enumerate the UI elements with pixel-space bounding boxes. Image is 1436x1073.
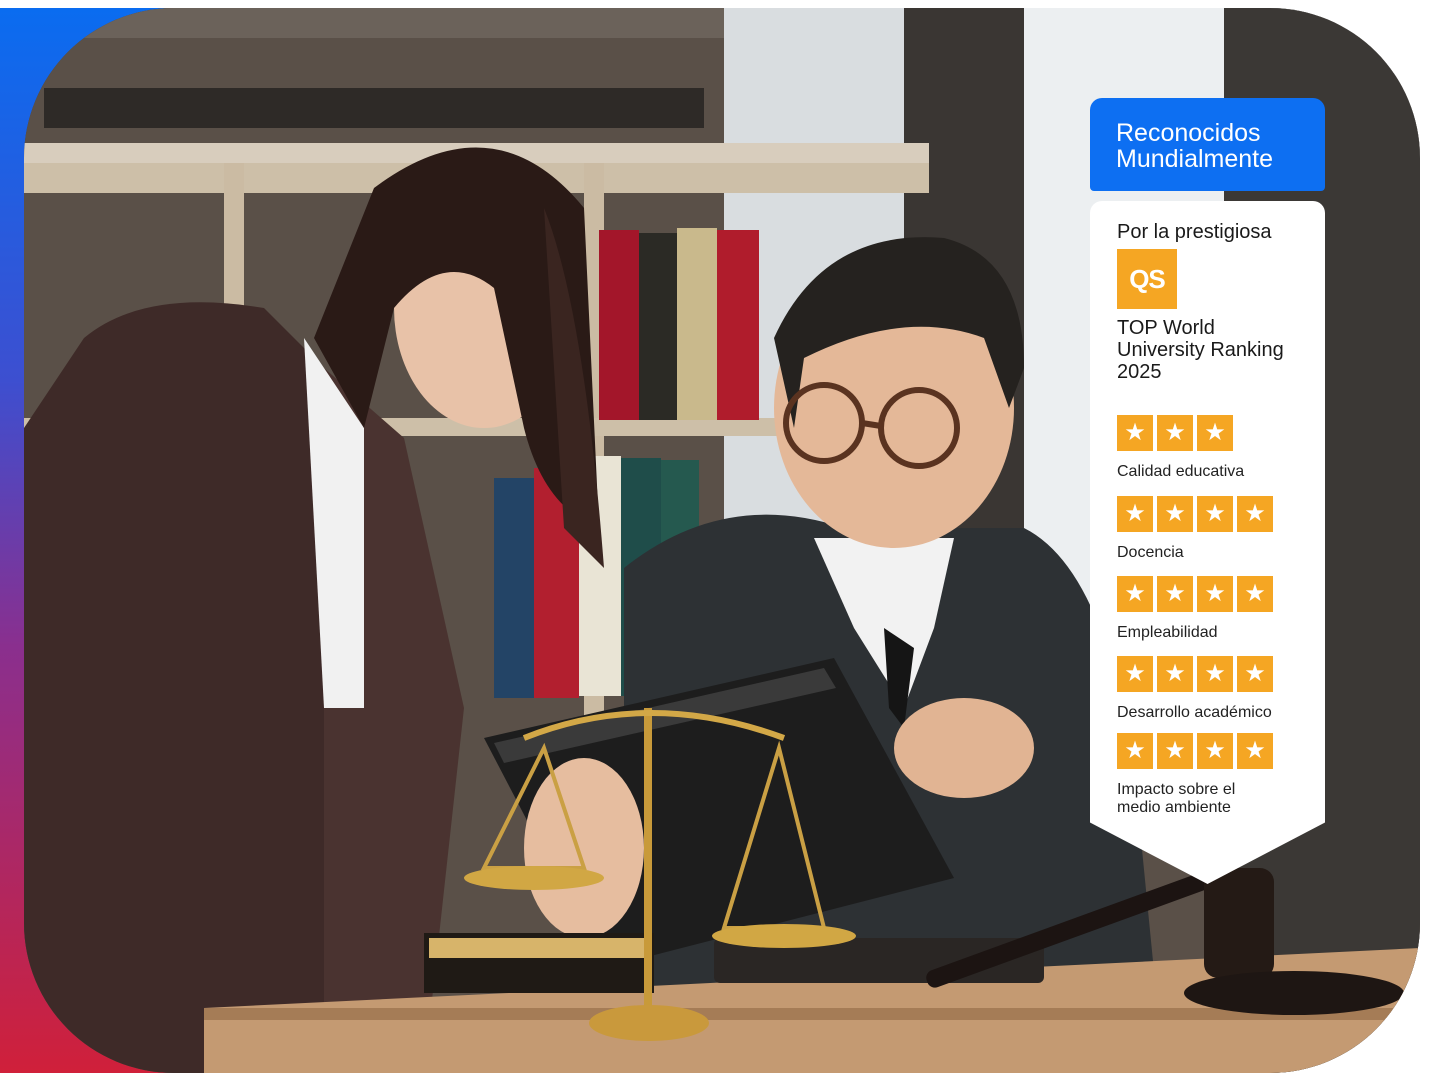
rating-label: Calidad educativa: [1117, 463, 1245, 480]
qs-logo: QS: [1117, 249, 1177, 309]
star-icon: ★: [1197, 576, 1233, 612]
badge-title: Reconocidos Mundialmente: [1116, 119, 1274, 173]
rating-desarrollo: ★ ★ ★ ★ Desarrollo académico: [1117, 656, 1307, 722]
star-icon: ★: [1197, 415, 1233, 451]
badge-header: Reconocidos Mundialmente: [1090, 98, 1325, 191]
hero-section: Reconocidos Mundialmente Por la prestigi…: [0, 0, 1436, 1073]
star-icon: ★: [1157, 576, 1193, 612]
star-icon: ★: [1117, 576, 1153, 612]
star-icon: ★: [1237, 576, 1273, 612]
rating-impacto: ★ ★ ★ ★ Impacto sobre el medio ambiente: [1117, 733, 1273, 817]
star-icon: ★: [1117, 733, 1153, 769]
star-icon: ★: [1157, 733, 1193, 769]
star-icon: ★: [1197, 733, 1233, 769]
ranking-title: TOP World University Ranking 2025: [1117, 317, 1284, 383]
star-group: ★ ★ ★ ★: [1117, 496, 1307, 532]
star-group: ★ ★ ★ ★: [1117, 576, 1307, 612]
rating-calidad: ★ ★ ★ Calidad educativa: [1117, 415, 1307, 481]
star-icon: ★: [1157, 415, 1193, 451]
rating-label: Empleabilidad: [1117, 624, 1218, 641]
rating-label: Impacto sobre el medio ambiente: [1117, 781, 1236, 816]
star-icon: ★: [1237, 656, 1273, 692]
rating-label: Desarrollo académico: [1117, 704, 1272, 721]
qs-logo-text: QS: [1129, 263, 1166, 294]
star-icon: ★: [1157, 496, 1193, 532]
star-icon: ★: [1237, 496, 1273, 532]
badge-intro: Por la prestigiosa: [1117, 221, 1272, 243]
star-icon: ★: [1117, 656, 1153, 692]
star-icon: ★: [1117, 415, 1153, 451]
star-icon: ★: [1157, 656, 1193, 692]
star-group: ★ ★ ★ ★: [1117, 733, 1273, 769]
star-icon: ★: [1237, 733, 1273, 769]
rating-empleabilidad: ★ ★ ★ ★ Empleabilidad: [1117, 576, 1307, 642]
star-group: ★ ★ ★: [1117, 415, 1307, 451]
rating-docencia: ★ ★ ★ ★ Docencia: [1117, 496, 1307, 562]
star-icon: ★: [1117, 496, 1153, 532]
star-icon: ★: [1197, 656, 1233, 692]
rating-label: Docencia: [1117, 544, 1184, 561]
star-group: ★ ★ ★ ★: [1117, 656, 1307, 692]
ranking-badge: Por la prestigiosa QS TOP World Universi…: [1090, 201, 1325, 884]
star-icon: ★: [1197, 496, 1233, 532]
